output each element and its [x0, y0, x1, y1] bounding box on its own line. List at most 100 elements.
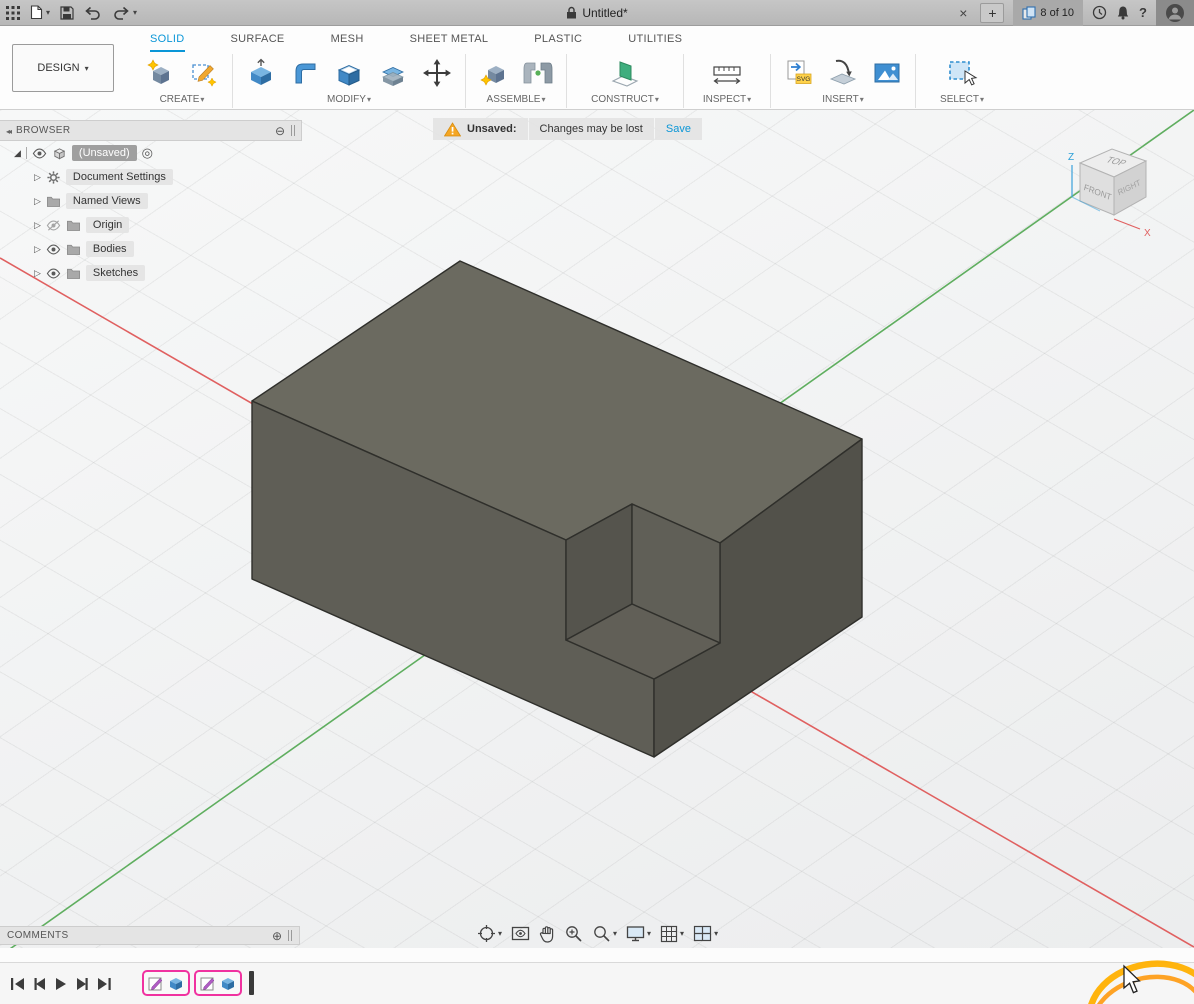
- browser-item-label[interactable]: Sketches: [86, 265, 145, 281]
- step-back-button[interactable]: [33, 977, 47, 991]
- visibility-eye-icon[interactable]: [46, 242, 61, 257]
- timeline-highlight-group: [142, 970, 190, 996]
- timeline-playhead[interactable]: [249, 971, 254, 995]
- browser-item-label[interactable]: Document Settings: [66, 169, 173, 185]
- visibility-eye-icon[interactable]: [32, 146, 47, 161]
- inspect-menu-button[interactable]: INSPECT: [703, 94, 751, 105]
- browser-item-sketches[interactable]: Sketches: [0, 261, 302, 285]
- chevron-down-icon: [84, 62, 89, 74]
- navigation-toolbar: [477, 924, 718, 943]
- timeline-extrude-feature[interactable]: [220, 975, 236, 991]
- insert-menu-button[interactable]: INSERT: [822, 94, 864, 105]
- expand-all-icon[interactable]: [14, 147, 21, 159]
- canvas-icon[interactable]: [867, 53, 907, 93]
- browser-item-label[interactable]: Bodies: [86, 241, 134, 257]
- redo-button[interactable]: [112, 6, 137, 20]
- select-icon[interactable]: [942, 53, 982, 93]
- browser-item-document-settings[interactable]: Document Settings: [0, 165, 302, 189]
- chevron-down-icon: [746, 94, 751, 105]
- tab-solid[interactable]: SOLID: [150, 33, 185, 52]
- app-grid-menu-icon[interactable]: [6, 6, 20, 20]
- file-menu-button[interactable]: [30, 5, 50, 20]
- browser-item-origin[interactable]: Origin: [0, 213, 302, 237]
- zoom-window-icon[interactable]: [564, 924, 583, 943]
- timeline-extrude-feature[interactable]: [168, 975, 184, 991]
- browser-item-root[interactable]: (Unsaved): [0, 141, 302, 165]
- tab-plastic[interactable]: PLASTIC: [534, 33, 582, 52]
- job-status-icon[interactable]: [1092, 5, 1107, 20]
- notifications-bell-icon[interactable]: [1116, 5, 1130, 20]
- visibility-off-icon[interactable]: [46, 218, 61, 233]
- save-button[interactable]: [60, 6, 74, 20]
- save-link[interactable]: Save: [655, 118, 702, 140]
- account-avatar[interactable]: [1156, 0, 1194, 26]
- tab-mesh[interactable]: MESH: [331, 33, 364, 52]
- browser-item-label[interactable]: Named Views: [66, 193, 148, 209]
- root-document-label[interactable]: (Unsaved): [72, 145, 137, 161]
- panel-drag-handle[interactable]: [291, 125, 295, 136]
- expand-comments-icon[interactable]: [272, 929, 282, 943]
- viewports-icon[interactable]: [693, 925, 718, 942]
- assemble-menu-button[interactable]: ASSEMBLE: [487, 94, 546, 105]
- folder-icon: [66, 266, 81, 281]
- move-copy-icon[interactable]: [417, 53, 457, 93]
- step-forward-button[interactable]: [75, 977, 89, 991]
- help-button[interactable]: ?: [1139, 5, 1147, 20]
- comments-panel[interactable]: COMMENTS: [0, 926, 300, 945]
- shell-icon[interactable]: [329, 53, 369, 93]
- new-solid-icon[interactable]: [140, 53, 180, 93]
- viewcube-x-label: X: [1144, 228, 1151, 239]
- go-to-end-button[interactable]: [96, 977, 112, 991]
- create-sketch-icon[interactable]: [184, 53, 224, 93]
- orbit-icon[interactable]: [477, 924, 502, 943]
- fillet-icon[interactable]: [285, 53, 325, 93]
- browser-header[interactable]: BROWSER: [0, 120, 302, 141]
- pan-icon[interactable]: [539, 925, 555, 943]
- insert-mesh-icon[interactable]: [823, 53, 863, 93]
- zoom-icon[interactable]: [592, 924, 617, 943]
- insert-svg-icon[interactable]: SVG: [779, 53, 819, 93]
- timeline-sketch-feature[interactable]: [148, 975, 164, 991]
- offset-face-icon[interactable]: [373, 53, 413, 93]
- expand-caret-icon[interactable]: [34, 195, 41, 207]
- tab-surface[interactable]: SURFACE: [231, 33, 285, 52]
- document-pager[interactable]: 8 of 10: [1013, 0, 1083, 26]
- modify-menu-button[interactable]: MODIFY: [327, 94, 371, 105]
- joint-icon[interactable]: [518, 53, 558, 93]
- visibility-eye-icon[interactable]: [46, 266, 61, 281]
- play-button[interactable]: [54, 977, 68, 991]
- timeline-sketch-feature[interactable]: [200, 975, 216, 991]
- expand-caret-icon[interactable]: [34, 171, 41, 183]
- ground-target-icon[interactable]: [142, 145, 153, 161]
- collapse-all-icon[interactable]: [275, 124, 285, 138]
- browser-title: BROWSER: [16, 125, 70, 136]
- browser-item-named-views[interactable]: Named Views: [0, 189, 302, 213]
- look-at-icon[interactable]: [511, 925, 530, 942]
- browser-item-label[interactable]: Origin: [86, 217, 129, 233]
- new-component-icon[interactable]: [474, 53, 514, 93]
- viewport-canvas[interactable]: Unsaved: Changes may be lost Save BROWSE…: [0, 110, 1194, 948]
- expand-caret-icon[interactable]: [34, 243, 41, 255]
- close-tab-button[interactable]: ×: [955, 5, 971, 21]
- expand-caret-icon[interactable]: [34, 219, 41, 231]
- browser-item-bodies[interactable]: Bodies: [0, 237, 302, 261]
- construct-menu-button[interactable]: CONSTRUCT: [591, 94, 659, 105]
- tab-utilities[interactable]: UTILITIES: [628, 33, 682, 52]
- model-body[interactable]: [252, 261, 862, 757]
- press-pull-icon[interactable]: [241, 53, 281, 93]
- construction-plane-icon[interactable]: [605, 53, 645, 93]
- tab-sheet-metal[interactable]: SHEET METAL: [410, 33, 489, 52]
- grid-settings-icon[interactable]: [660, 925, 684, 943]
- display-settings-icon[interactable]: [626, 925, 651, 942]
- expand-caret-icon[interactable]: [34, 267, 41, 279]
- measure-icon[interactable]: [707, 53, 747, 93]
- panel-drag-handle[interactable]: [288, 930, 292, 941]
- select-menu-button[interactable]: SELECT: [940, 94, 984, 105]
- undo-button[interactable]: [84, 6, 102, 20]
- go-to-start-button[interactable]: [10, 977, 26, 991]
- view-cube[interactable]: TOP FRONT RIGHT Z X: [1056, 135, 1186, 245]
- new-tab-button[interactable]: +: [980, 3, 1004, 23]
- workspace-switcher[interactable]: DESIGN: [12, 44, 114, 92]
- collapse-panel-icon[interactable]: [6, 125, 10, 137]
- create-menu-button[interactable]: CREATE: [160, 94, 205, 105]
